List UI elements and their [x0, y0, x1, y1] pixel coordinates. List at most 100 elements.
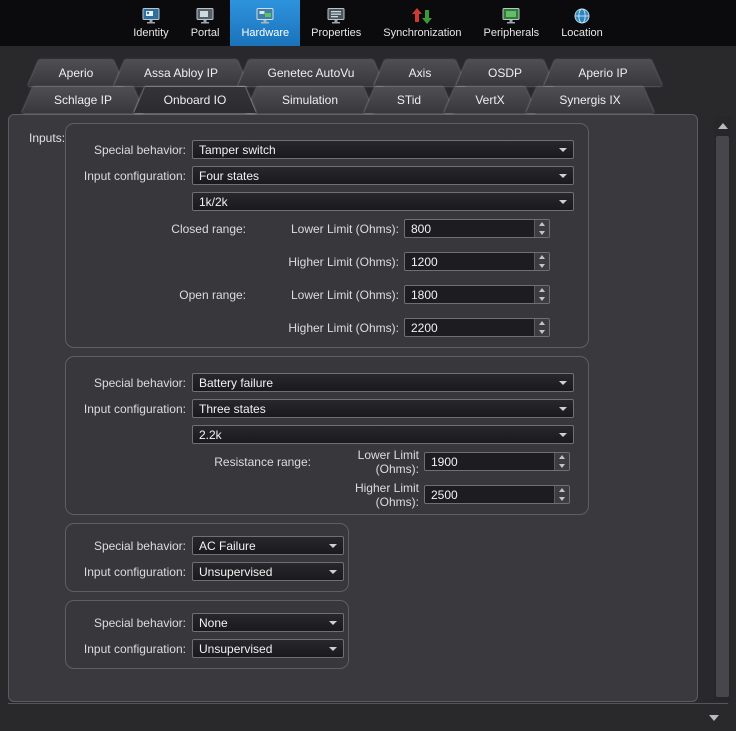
closed-higher-field: [404, 252, 550, 271]
spinner: [534, 319, 549, 336]
toolbar-item-label: Hardware: [241, 27, 290, 39]
input-group-1: Special behavior: Tamper switch Input co…: [65, 123, 589, 348]
tab-aperio-ip[interactable]: Aperio IP: [544, 60, 662, 86]
chevron-down-icon: [329, 569, 337, 574]
special-behavior-dropdown[interactable]: AC Failure: [192, 536, 344, 555]
chevron-down-icon: [329, 543, 337, 548]
open-higher-input[interactable]: [404, 318, 550, 337]
closed-lower-input[interactable]: [404, 219, 550, 238]
scroll-down-button[interactable]: [705, 711, 722, 725]
toolbar-item-label: Identity: [133, 27, 169, 39]
open-range-lower-row: Open range: Lower Limit (Ohms):: [66, 285, 588, 304]
toolbar-item-identity[interactable]: Identity: [122, 0, 179, 46]
inputs-label: Inputs:: [29, 131, 66, 145]
scroll-up-button[interactable]: [714, 119, 731, 133]
input-configuration-dropdown[interactable]: Four states: [192, 166, 574, 185]
identity-icon: [140, 7, 162, 24]
special-behavior-dropdown[interactable]: None: [192, 613, 344, 632]
spin-down-button[interactable]: [555, 495, 569, 504]
resistance-higher-field: [424, 485, 570, 504]
tab-aperio[interactable]: Aperio: [28, 60, 124, 86]
spin-down-button[interactable]: [555, 462, 569, 471]
toolbar-item-hardware[interactable]: Hardware: [230, 0, 301, 46]
input-configuration-dropdown[interactable]: Three states: [192, 399, 574, 418]
spin-up-button[interactable]: [535, 220, 549, 229]
toolbar-item-synchronization[interactable]: Synchronization: [372, 0, 472, 46]
tab-shape: Onboard IO: [134, 87, 256, 113]
tab-shape: Synergis IX: [526, 87, 654, 113]
spinner: [534, 286, 549, 303]
toolbar-item-portal[interactable]: Portal: [180, 0, 231, 46]
tab-vertx[interactable]: VertX: [444, 87, 536, 113]
chevron-down-icon: [559, 147, 567, 152]
input-configuration-dropdown[interactable]: Unsupervised: [192, 639, 344, 658]
tab-stid[interactable]: STid: [364, 87, 454, 113]
tab-shape: Simulation: [246, 87, 374, 113]
toolbar-item-label: Properties: [311, 27, 362, 39]
spin-down-button[interactable]: [535, 229, 549, 238]
toolbar-item-label: Location: [561, 27, 603, 39]
special-behavior-dropdown[interactable]: Battery failure: [192, 373, 574, 392]
tab-assa-abloy-ip[interactable]: Assa Abloy IP: [114, 60, 248, 86]
tab-label: Assa Abloy IP: [143, 66, 219, 80]
closed-higher-input[interactable]: [404, 252, 550, 271]
spin-up-button[interactable]: [535, 319, 549, 328]
tab-simulation[interactable]: Simulation: [246, 87, 374, 113]
spin-up-button[interactable]: [535, 253, 549, 262]
tab-shape: Assa Abloy IP: [114, 60, 248, 86]
spin-down-button[interactable]: [535, 328, 549, 337]
spin-down-icon: [539, 263, 545, 268]
scrollbar-thumb[interactable]: [716, 136, 729, 697]
spin-up-button[interactable]: [555, 486, 569, 495]
spin-down-button[interactable]: [535, 262, 549, 271]
tab-genetec-autovu[interactable]: Genetec AutoVu: [238, 60, 384, 86]
special-behavior-dropdown[interactable]: Tamper switch: [192, 140, 574, 159]
lower-limit-label: Lower Limit (Ohms):: [357, 447, 419, 476]
resistor-dropdown[interactable]: 1k/2k: [192, 192, 574, 211]
tab-schlage-ip[interactable]: Schlage IP: [22, 87, 144, 113]
tab-label: STid: [396, 93, 422, 107]
tab-osdp[interactable]: OSDP: [456, 60, 554, 86]
spinner: [554, 486, 569, 503]
resistance-higher-input[interactable]: [424, 485, 570, 504]
dropdown-value: AC Failure: [199, 538, 256, 553]
top-toolbar: Identity Portal Hardware Properties Sync…: [0, 0, 736, 46]
spin-up-icon: [559, 488, 565, 493]
properties-icon: [325, 7, 347, 24]
tab-synergis-ix[interactable]: Synergis IX: [526, 87, 654, 113]
chevron-down-icon: [559, 173, 567, 178]
tab-axis[interactable]: Axis: [374, 60, 466, 86]
spin-down-icon: [539, 329, 545, 334]
open-lower-input[interactable]: [404, 285, 550, 304]
tab-onboard-io[interactable]: Onboard IO: [134, 87, 256, 113]
toolbar-item-location[interactable]: Location: [550, 0, 614, 46]
toolbar-item-peripherals[interactable]: Peripherals: [473, 0, 551, 46]
resistor-dropdown[interactable]: 2.2k: [192, 425, 574, 444]
tab-label: Aperio IP: [578, 66, 628, 80]
toolbar-item-properties[interactable]: Properties: [300, 0, 372, 46]
resistance-lower-input[interactable]: [424, 452, 570, 471]
spin-down-button[interactable]: [535, 295, 549, 304]
tab-shape: Schlage IP: [22, 87, 144, 113]
chevron-down-icon: [559, 406, 567, 411]
tab-label: Synergis IX: [559, 93, 621, 107]
spin-down-icon: [539, 230, 545, 235]
dropdown-value: Unsupervised: [199, 564, 273, 579]
dropdown-value: Tamper switch: [199, 142, 276, 157]
spin-up-button[interactable]: [555, 453, 569, 462]
chevron-down-icon: [559, 199, 567, 204]
synchronization-icon: [412, 7, 433, 24]
scroll-up-icon: [717, 123, 728, 129]
input-group-4: Special behavior: None Input configurati…: [65, 600, 349, 669]
portal-icon: [194, 7, 216, 24]
input-configuration-row: Input configuration: Unsupervised: [66, 639, 348, 658]
vertical-scrollbar[interactable]: [714, 116, 731, 701]
chevron-down-icon: [559, 432, 567, 437]
input-group-3: Special behavior: AC Failure Input confi…: [65, 523, 349, 592]
input-configuration-dropdown[interactable]: Unsupervised: [192, 562, 344, 581]
special-behavior-label: Special behavior:: [93, 142, 186, 157]
tab-shape: OSDP: [456, 60, 554, 86]
toolbar-item-label: Synchronization: [383, 27, 462, 39]
spin-up-button[interactable]: [535, 286, 549, 295]
tab-shape: Genetec AutoVu: [238, 60, 384, 86]
